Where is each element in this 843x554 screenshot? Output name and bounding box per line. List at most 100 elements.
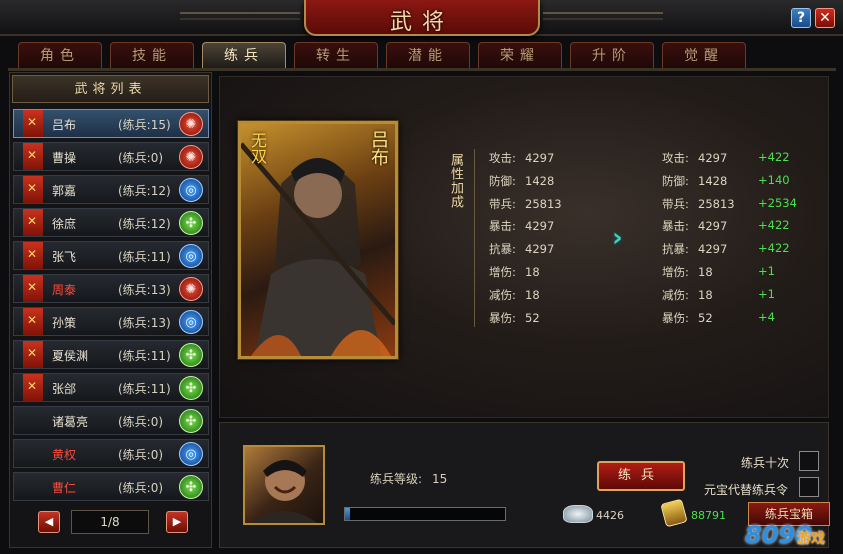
tab-bar: 角色 技能 练兵 转生 潜能 荣耀 升阶 觉醒: [18, 42, 746, 69]
general-name: 曹仁: [52, 481, 77, 495]
general-row[interactable]: 孙策 (练兵:13) ◎: [13, 307, 209, 336]
general-name: 张飞: [52, 250, 77, 264]
banner-flag-icon: [23, 308, 43, 335]
general-training-level: (练兵:13): [118, 316, 171, 330]
water-element-icon: ◎: [179, 178, 203, 202]
general-row[interactable]: 夏侯渊 (练兵:11) ✣: [13, 340, 209, 369]
wood-element-icon: ✣: [179, 376, 203, 400]
stat-label: 攻击:: [489, 151, 516, 165]
water-element-icon: ◎: [179, 442, 203, 466]
portrait-art: [253, 460, 317, 523]
card-title: 无双: [248, 132, 267, 164]
banner-flag-icon: [23, 242, 43, 269]
fire-element-icon: ✺: [179, 112, 203, 136]
stat-label: 抗暴:: [662, 242, 689, 257]
wood-element-icon: ✣: [179, 343, 203, 367]
stat-increase: +422: [758, 150, 790, 164]
yuanbao-substitute-label: 元宝代替练兵令: [704, 483, 789, 497]
train-ten-label: 练兵十次: [741, 456, 790, 470]
water-element-icon: ◎: [179, 310, 203, 334]
tab-skills[interactable]: 技能: [110, 42, 194, 69]
banner-flag-icon: [23, 341, 43, 368]
stat-row: 攻击: 4297: [489, 150, 562, 173]
tab-potential[interactable]: 潜能: [386, 42, 470, 69]
general-row[interactable]: 徐庶 (练兵:12) ✣: [13, 208, 209, 237]
tab-glory[interactable]: 荣耀: [478, 42, 562, 69]
stat-value: 4297: [525, 219, 555, 234]
general-training-level: (练兵:0): [118, 151, 164, 165]
stat-row: 抗暴: 4297 +422: [662, 241, 790, 264]
stat-value: 18: [525, 287, 540, 302]
title-bar: 武将 ? ✕: [0, 0, 843, 36]
stat-value: 1428: [698, 173, 728, 188]
next-page-button[interactable]: ▶: [166, 511, 188, 533]
stat-value: 4297: [698, 242, 728, 257]
tab-awaken[interactable]: 觉醒: [662, 42, 746, 69]
fire-element-icon: ✺: [179, 145, 203, 169]
stat-row: 暴击: 4297: [489, 218, 562, 241]
training-level: 练兵等级: 15: [370, 470, 447, 487]
general-portrait: [243, 445, 325, 525]
general-row[interactable]: 张飞 (练兵:11) ◎: [13, 241, 209, 270]
stat-label: 暴伤:: [489, 310, 516, 325]
stat-value: 52: [525, 310, 540, 325]
stat-value: 18: [525, 264, 540, 279]
stat-row: 暴伤: 52: [489, 310, 562, 333]
stat-label: 攻击:: [662, 151, 689, 165]
train-ten-checkbox[interactable]: [799, 451, 819, 471]
stat-label: 增伤:: [662, 264, 689, 279]
tab-advance[interactable]: 升阶: [570, 42, 654, 69]
stat-value: 4297: [525, 151, 555, 165]
stat-row: 带兵: 25813: [489, 196, 562, 219]
stat-increase: +140: [758, 172, 790, 187]
general-row[interactable]: 曹仁 (练兵:0) ✣: [13, 472, 209, 501]
general-list: 吕布(练兵:15)✺曹操(练兵:0)✺郭嘉(练兵:12)◎徐庶(练兵:12)✣张…: [13, 109, 209, 505]
stat-row: 暴伤: 52 +4: [662, 310, 775, 333]
general-row[interactable]: 诸葛亮 (练兵:0) ✣: [13, 406, 209, 435]
wood-element-icon: ✣: [179, 211, 203, 235]
stat-increase: +2534: [758, 195, 797, 210]
pager: ◀ 1/8 ▶: [38, 509, 188, 535]
window-title: 武将: [389, 10, 454, 35]
general-row[interactable]: 周泰 (练兵:13) ✺: [13, 274, 209, 303]
tab-rebirth[interactable]: 转生: [294, 42, 378, 69]
banner-flag-icon: [23, 143, 43, 170]
tab-role[interactable]: 角色: [18, 42, 102, 69]
watermark-text: 游戏: [797, 531, 825, 547]
general-card[interactable]: 无双 吕布: [238, 121, 398, 359]
stat-value: 18: [698, 264, 713, 279]
general-name: 郭嘉: [52, 184, 77, 198]
general-row[interactable]: 张郃 (练兵:11) ✣: [13, 373, 209, 402]
prev-page-button[interactable]: ◀: [38, 511, 60, 533]
general-row[interactable]: 曹操 (练兵:0) ✺: [13, 142, 209, 171]
title-plaque: 武将: [304, 0, 540, 36]
general-training-level: (练兵:13): [118, 283, 171, 297]
general-row[interactable]: 郭嘉 (练兵:12) ◎: [13, 175, 209, 204]
stat-increase: +422: [758, 218, 790, 233]
tab-training[interactable]: 练兵: [202, 42, 286, 69]
banner-flag-icon: [23, 209, 43, 236]
training-level-value: 15: [432, 472, 448, 486]
stat-value: 25813: [698, 196, 735, 211]
page-indicator: 1/8: [71, 510, 149, 534]
stat-row: 减伤: 18: [489, 287, 562, 310]
general-row[interactable]: 吕布 (练兵:15) ✺: [13, 109, 209, 138]
stat-label: 暴击:: [662, 219, 689, 234]
general-name: 徐庶: [52, 217, 77, 231]
general-training-level: (练兵:0): [118, 415, 164, 429]
stat-value: 52: [698, 310, 713, 325]
yuanbao-substitute-checkbox[interactable]: [799, 477, 819, 497]
help-button[interactable]: ?: [791, 8, 811, 28]
general-row[interactable]: 黄权 (练兵:0) ◎: [13, 439, 209, 468]
stat-label: 暴击:: [489, 219, 516, 234]
train-button[interactable]: 练兵: [597, 461, 685, 491]
general-training-level: (练兵:15): [118, 118, 171, 132]
general-name: 孙策: [52, 316, 77, 330]
silver-ingot-icon: [563, 505, 593, 523]
stat-increase: +1: [758, 286, 775, 301]
training-level-label: 练兵等级:: [370, 472, 423, 486]
general-name: 周泰: [52, 283, 77, 297]
banner-flag-icon: [23, 110, 43, 137]
stat-value: 1428: [525, 173, 555, 188]
close-button[interactable]: ✕: [815, 8, 835, 28]
